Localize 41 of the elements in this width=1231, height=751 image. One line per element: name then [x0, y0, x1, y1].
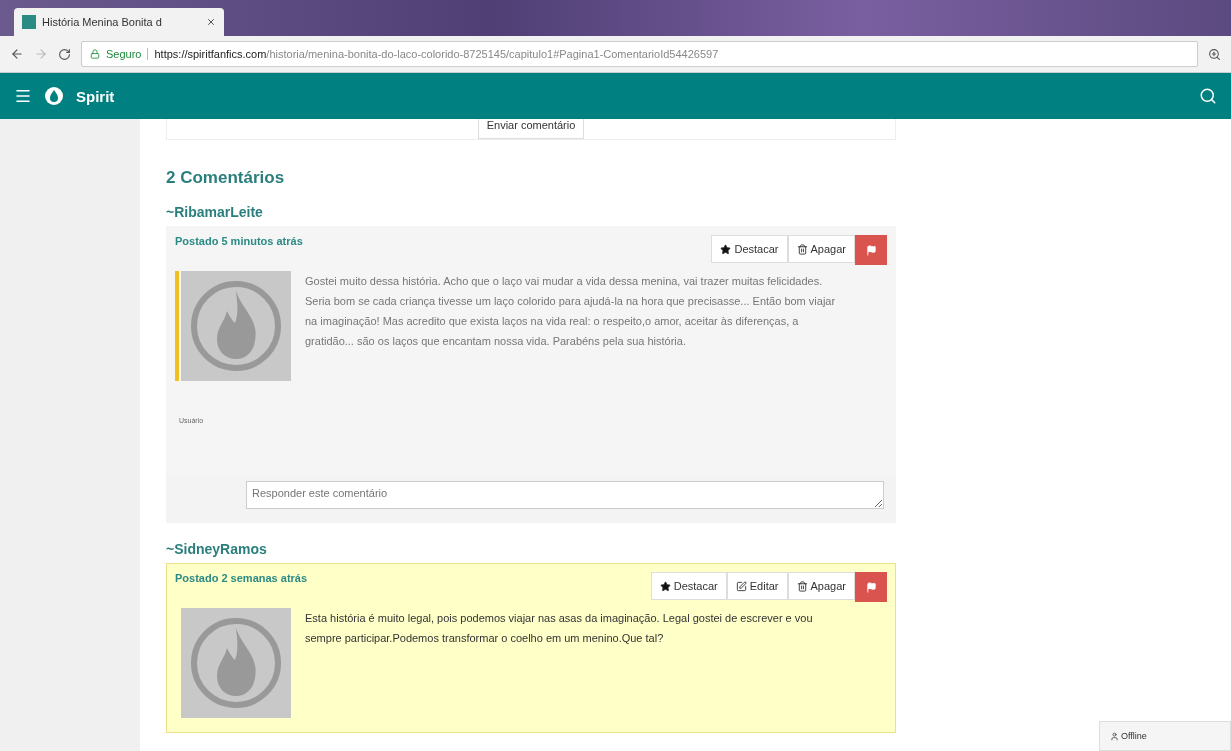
post-time: Postado 5 minutos atrás: [175, 235, 303, 247]
browser-tab[interactable]: História Menina Bonita d: [14, 8, 224, 36]
comment-author[interactable]: ~RibamarLeite: [166, 204, 263, 220]
comment-text: Esta história é muito legal, pois podemos viajar nas asas da imaginação. Legal gostei de escrever e vou sempre participar.Podemos transformar o coelho em um menino.Que tal?: [305, 611, 814, 646]
reload-icon[interactable]: [58, 47, 71, 61]
comment-action-button[interactable]: Apagar: [787, 235, 855, 263]
comment-text: Gostei muito dessa história. Acho que o laço vai mudar a vida dessa menina, vai trazer muitas felicidades. Seria bom se cada criança tivesse um laço colorido para ajudá-la na hora que precisasse... Então bom viajar na imaginação! Mas acredito que exista laços na vida real: o respeito,o amor, aceitar às diferenças, a gratidão... são os laços que encantam nossa vida. Parabéns pela sua história.: [305, 274, 837, 349]
lock-icon: [90, 49, 100, 59]
comment-author[interactable]: ~SidneyRamos: [166, 541, 267, 557]
send-comment-button[interactable]: Enviar comentário: [477, 119, 585, 139]
chat-status[interactable]: Offline: [1099, 721, 1231, 751]
back-icon[interactable]: [10, 47, 24, 61]
flag-icon: [865, 244, 877, 256]
url-path: /historia/menina-bonita-do-laco-colorido-8725145/capitulo1#Pagina1-ComentarioId54426597: [266, 48, 719, 60]
brand-name[interactable]: Spirit: [76, 87, 1187, 105]
report-button[interactable]: [855, 235, 887, 265]
edit-icon: [735, 580, 747, 592]
drop-logo-icon: [44, 86, 64, 106]
address-field[interactable]: Seguro https://spiritfanfics.com/historia/menina-bonita-do-laco-colorido-8725145/capitulo1#Pagina1-ComentarioId54426597: [81, 41, 1198, 67]
secure-label: Seguro: [106, 48, 142, 60]
flag-icon: [865, 581, 877, 593]
search-icon[interactable]: [1199, 87, 1217, 105]
trash-icon: [796, 580, 808, 592]
star-icon: [659, 580, 671, 592]
person-icon: [1110, 731, 1119, 741]
post-time: Postado 2 semanas atrás: [175, 572, 308, 584]
report-button[interactable]: [855, 572, 887, 602]
reply-field[interactable]: Responder este comentário: [246, 481, 884, 509]
comments-heading: 2 Comentários: [166, 168, 286, 188]
comment-action-button[interactable]: Destacar: [650, 572, 727, 600]
site-icon: [22, 15, 36, 29]
close-icon[interactable]: [206, 17, 216, 27]
star-icon: [720, 243, 732, 255]
trash-icon: [796, 243, 808, 255]
comment-action-button[interactable]: Editar: [726, 572, 788, 600]
comment-action-button[interactable]: Apagar: [787, 572, 855, 600]
zoom-icon[interactable]: [1208, 47, 1221, 61]
url-host: https://spiritfanfics.com: [154, 48, 267, 60]
comment-action-button[interactable]: Destacar: [711, 235, 788, 263]
menu-icon[interactable]: [14, 87, 32, 105]
tab-title: História Menina Bonita d: [42, 16, 163, 28]
